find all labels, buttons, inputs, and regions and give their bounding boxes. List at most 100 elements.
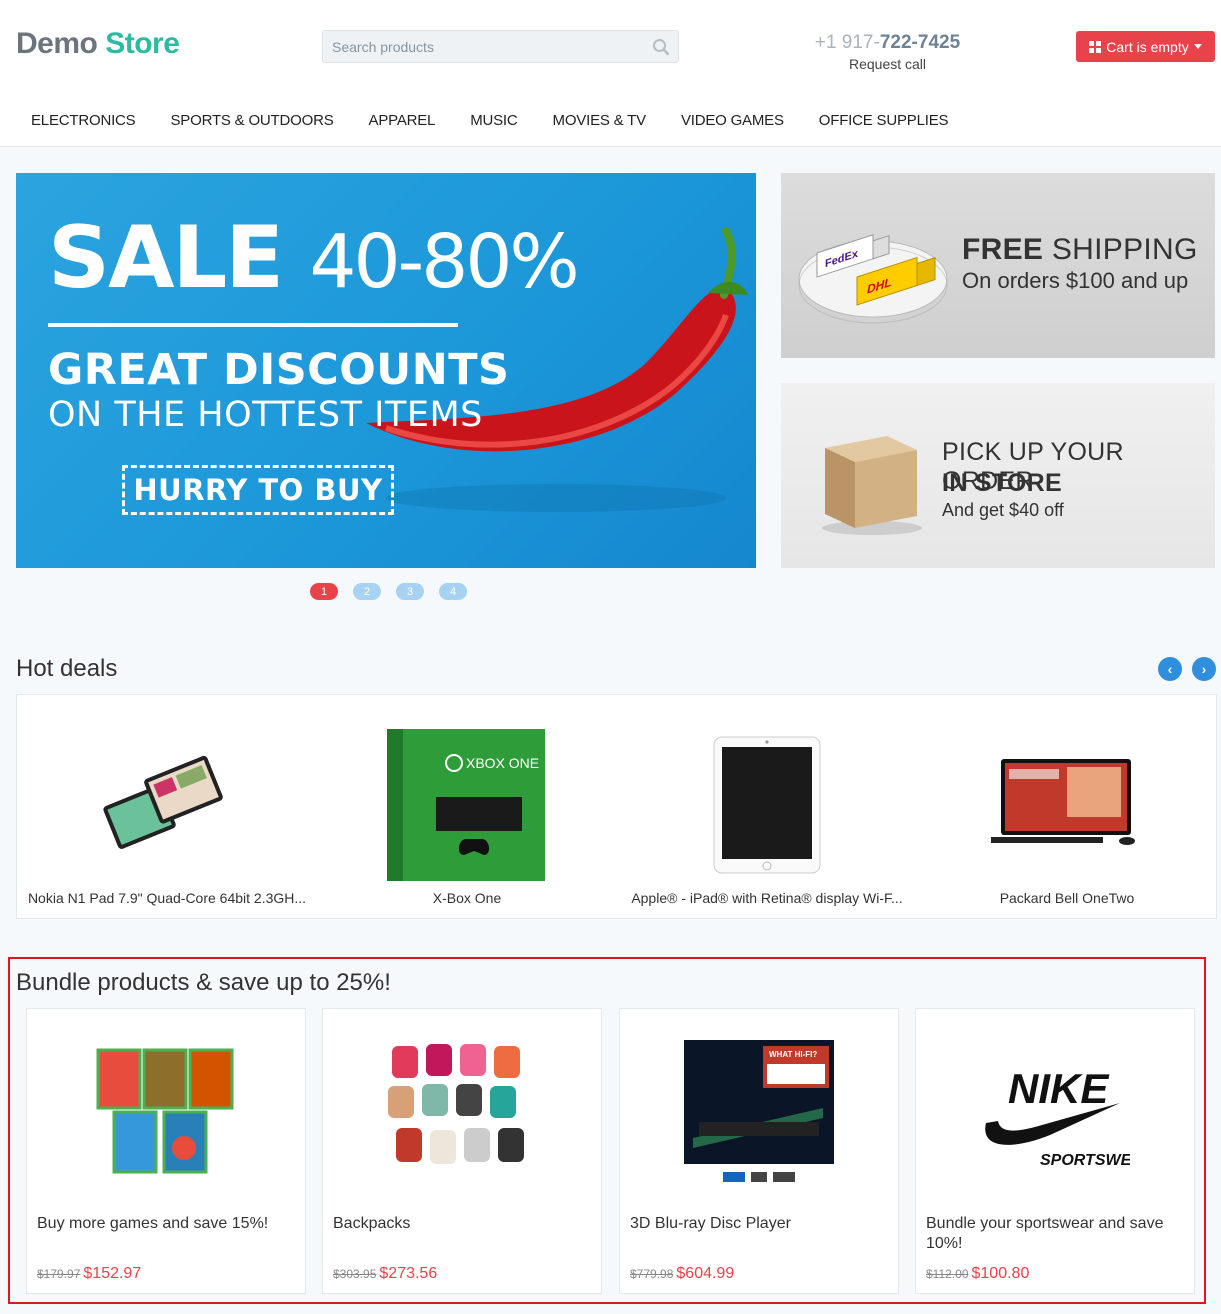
logo-demo-text: Demo (16, 27, 98, 60)
chevron-left-icon[interactable]: ‹ (1158, 657, 1182, 681)
search-box (322, 30, 679, 63)
product-image[interactable] (27, 1033, 305, 1193)
sale-headline: SALE 40-80% (48, 215, 580, 301)
phone-main: 722-7425 (879, 32, 961, 53)
category-nav: ELECTRONICS SPORTS & OUTDOORS APPAREL MU… (0, 112, 983, 134)
logo-store-text: Store (105, 27, 180, 60)
xbox-box-text: XBOX ONE (466, 755, 539, 771)
award-badge-text: WHAT HI-FI? (769, 1050, 817, 1059)
product-image[interactable] (617, 725, 917, 885)
bundle-name[interactable]: Bundle your sportswear and save 10%! (926, 1214, 1181, 1254)
deal-item[interactable]: Packard Bell OneTwo (917, 695, 1217, 920)
bluray-player-image: WHAT HI-FI? (684, 1040, 834, 1182)
free-shipping-title: FREE SHIPPING (962, 233, 1198, 267)
new-price: $100.80 (971, 1265, 1030, 1282)
request-call-link[interactable]: Request call (800, 56, 975, 72)
bundle-price: $779.98 $604.99 (630, 1265, 734, 1283)
pickup-subtitle: And get $40 off (942, 500, 1064, 520)
slider-dot-2[interactable]: 2 (353, 583, 381, 600)
new-price: $273.56 (379, 1265, 438, 1282)
free-shipping-rest: SHIPPING (1043, 233, 1198, 266)
product-image[interactable]: NIKE SPORTSWEAR (916, 1033, 1194, 1193)
nike-logo-image: NIKE SPORTSWEAR (985, 1065, 1130, 1169)
old-price: $179.97 (37, 1267, 81, 1281)
hurry-to-buy-button[interactable]: HURRY TO BUY (122, 465, 394, 515)
old-price: $112.00 (926, 1267, 969, 1281)
tablet-image (103, 755, 223, 849)
hot-deals-title: Hot deals (16, 655, 118, 682)
banner-line1: GREAT DISCOUNTS (48, 345, 510, 395)
deal-name[interactable]: Apple® - iPad® with Retina® display Wi-F… (617, 890, 917, 906)
nav-office-supplies[interactable]: OFFICE SUPPLIES (819, 112, 949, 134)
new-price: $152.97 (83, 1265, 142, 1282)
phone-prefix: +1 917- (814, 32, 880, 53)
backpacks-image (388, 1044, 524, 1164)
chevron-right-icon[interactable]: › (1192, 657, 1216, 681)
new-price: $604.99 (676, 1265, 735, 1282)
nav-video-games[interactable]: VIDEO GAMES (681, 112, 784, 134)
pickup-title-line2: IN STORE (942, 469, 1063, 497)
free-shipping-subtitle: On orders $100 and up (962, 268, 1189, 293)
slider-dot-4[interactable]: 4 (439, 583, 467, 600)
free-shipping-banner[interactable]: FedEx DHL FREE SHIPPING On orders $100 a… (781, 173, 1215, 358)
free-shipping-bold: FREE (962, 233, 1044, 266)
deal-item[interactable]: Nokia N1 Pad 7.9" Quad-Core 64bit 2.3GH.… (17, 695, 317, 920)
cart-label: Cart is empty (1106, 38, 1189, 55)
bundle-card[interactable]: Buy more games and save 15%! $179.97 $152… (26, 1008, 306, 1294)
cart-icon (1089, 40, 1102, 53)
product-image[interactable]: WHAT HI-FI? (620, 1033, 898, 1193)
slider-dot-3[interactable]: 3 (396, 583, 424, 600)
phone-block: +1 917-722-7425 Request call (800, 32, 975, 72)
search-icon[interactable] (652, 38, 670, 56)
nike-word: NIKE (1008, 1065, 1110, 1112)
sale-range: 40-80% (309, 219, 579, 305)
slider-pagination: 1 2 3 4 (310, 583, 467, 600)
nike-sub-word: SPORTSWEAR (1040, 1152, 1130, 1169)
old-price: $779.98 (630, 1267, 674, 1281)
deal-name[interactable]: X-Box One (317, 890, 617, 906)
bundle-name[interactable]: Backpacks (333, 1214, 588, 1234)
banner-line2: ON THE HOTTEST ITEMS (48, 395, 483, 435)
bundle-name[interactable]: Buy more games and save 15%! (37, 1214, 292, 1234)
games-bundle-image (96, 1048, 234, 1174)
product-image[interactable]: XBOX ONE (317, 725, 617, 885)
hot-deals-carousel: Nokia N1 Pad 7.9" Quad-Core 64bit 2.3GH.… (16, 694, 1217, 919)
product-image[interactable] (917, 725, 1217, 885)
deal-item[interactable]: XBOX ONE X-Box One (317, 695, 617, 920)
cardboard-box-image (822, 436, 922, 535)
bundle-products-title: Bundle products & save up to 25%! (16, 969, 391, 996)
bundle-name[interactable]: 3D Blu-ray Disc Player (630, 1214, 885, 1234)
site-header: Demo Store +1 917-722-7425 Request call … (0, 0, 1221, 147)
xbox-one-box-image: XBOX ONE (387, 729, 545, 881)
nav-sports-outdoors[interactable]: SPORTS & OUTDOORS (171, 112, 334, 134)
product-image[interactable] (323, 1033, 601, 1193)
all-in-one-pc-image (991, 759, 1135, 845)
delivery-trucks-image: FedEx DHL (798, 234, 948, 324)
pickup-in-store-banner[interactable]: PICK UP YOUR ORDER IN STORE And get $40 … (781, 383, 1215, 568)
nav-apparel[interactable]: APPAREL (369, 112, 436, 134)
sale-banner[interactable]: SALE 40-80% GREAT DISCOUNTS ON THE HOTTE… (16, 173, 756, 568)
product-image[interactable] (17, 725, 317, 885)
phone-number: +1 917-722-7425 (800, 32, 975, 54)
ipad-image (713, 736, 821, 874)
deal-item[interactable]: Apple® - iPad® with Retina® display Wi-F… (617, 695, 917, 920)
bundle-price: $303.95 $273.56 (333, 1265, 437, 1283)
bundle-card[interactable]: Backpacks $303.95 $273.56 (322, 1008, 602, 1294)
bundle-card[interactable]: NIKE SPORTSWEAR Bundle your sportswear a… (915, 1008, 1195, 1294)
bundle-price: $112.00 $100.80 (926, 1265, 1029, 1283)
old-price: $303.95 (333, 1267, 377, 1281)
slider-dot-1[interactable]: 1 (310, 583, 338, 600)
banner-divider (48, 323, 458, 327)
nav-movies-tv[interactable]: MOVIES & TV (553, 112, 647, 134)
bundle-card[interactable]: WHAT HI-FI? 3D Blu-ray Disc Player $779.… (619, 1008, 899, 1294)
deal-name[interactable]: Nokia N1 Pad 7.9" Quad-Core 64bit 2.3GH.… (17, 890, 317, 906)
sale-word: SALE (48, 208, 284, 308)
chevron-down-icon (1193, 43, 1202, 49)
nav-electronics[interactable]: ELECTRONICS (31, 112, 136, 134)
deal-name[interactable]: Packard Bell OneTwo (917, 890, 1217, 906)
store-logo[interactable]: Demo Store (16, 27, 180, 61)
cart-button[interactable]: Cart is empty (1076, 31, 1215, 62)
bundle-price: $179.97 $152.97 (37, 1265, 141, 1283)
nav-music[interactable]: MUSIC (470, 112, 518, 134)
search-input[interactable] (323, 31, 633, 62)
